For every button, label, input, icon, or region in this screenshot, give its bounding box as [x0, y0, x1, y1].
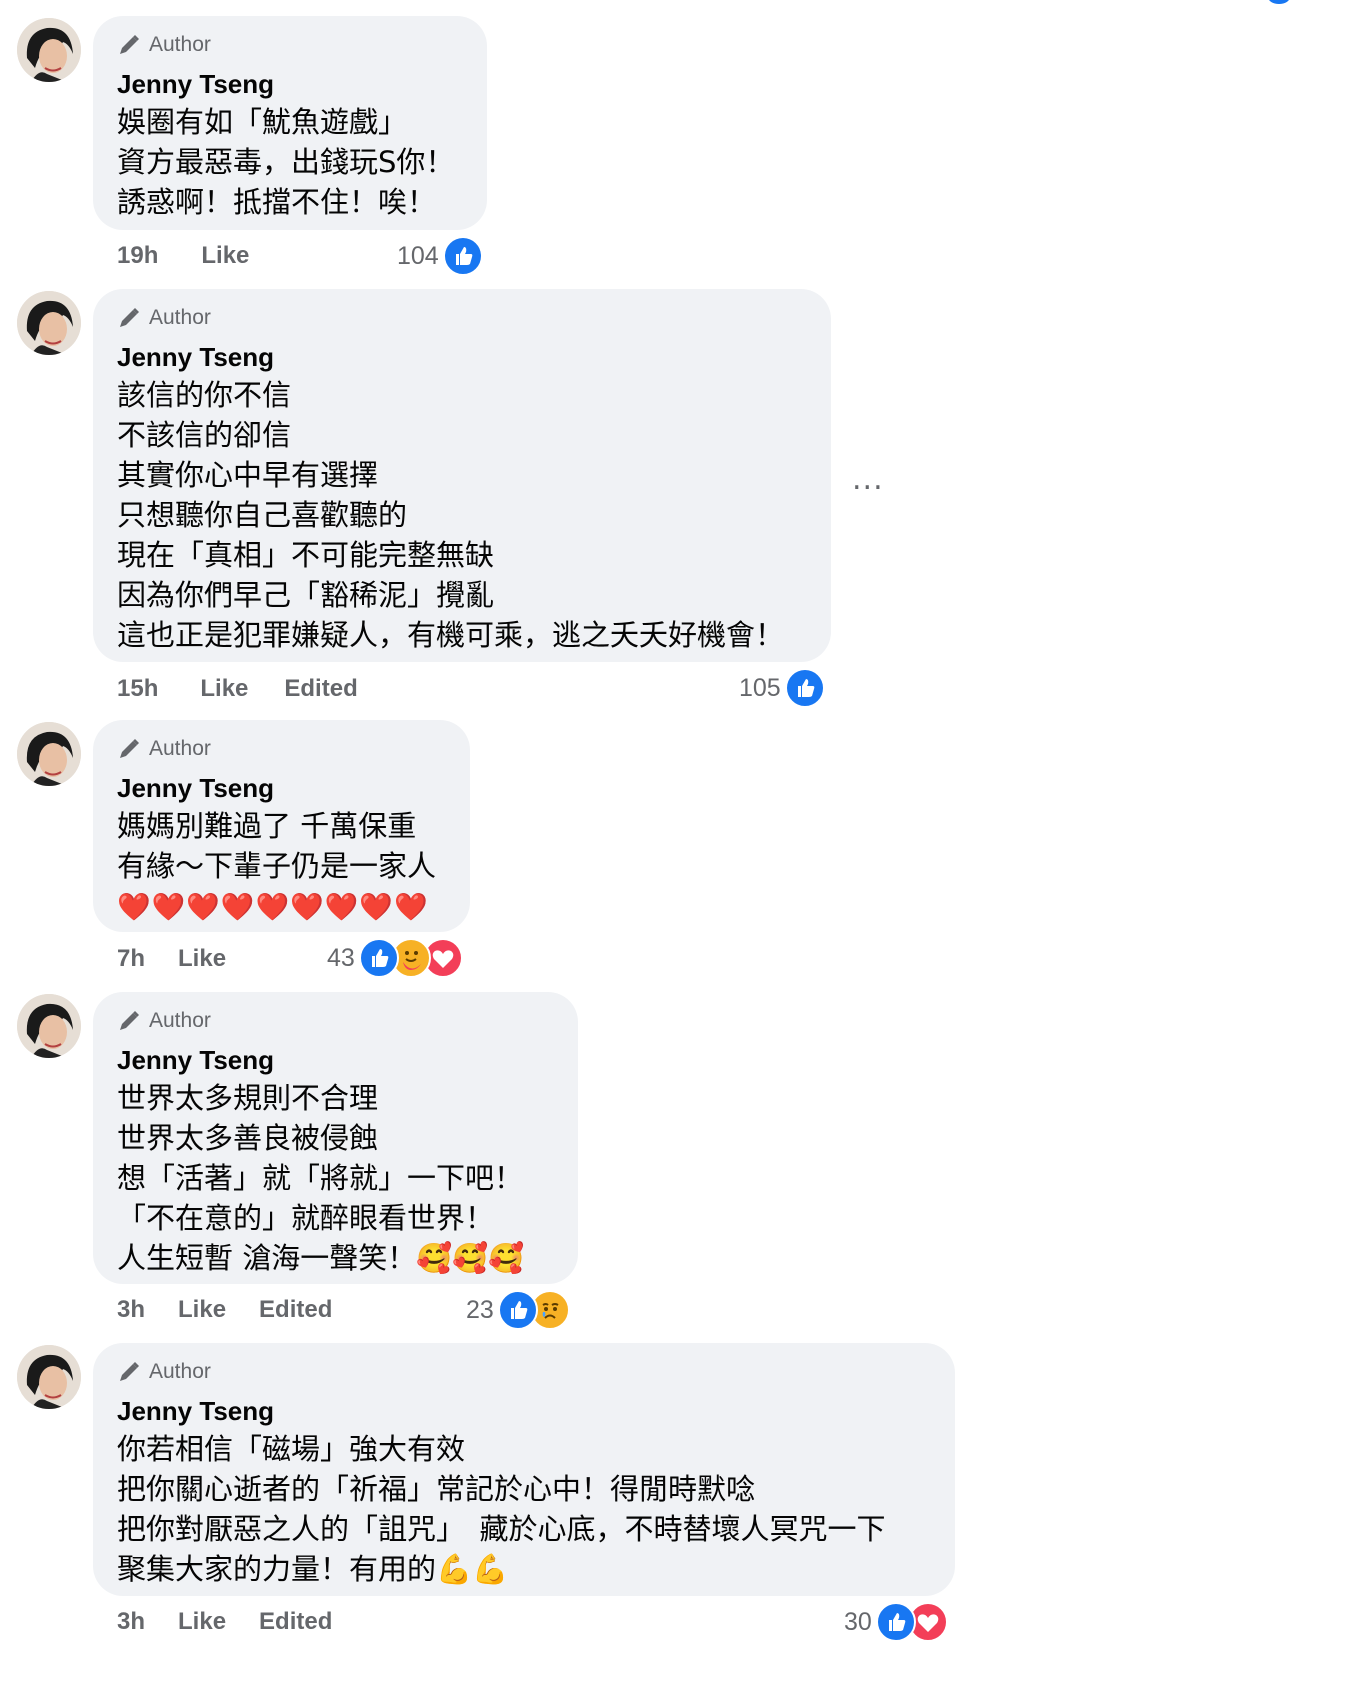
- author-name[interactable]: Jenny Tseng: [117, 1042, 554, 1078]
- pen-icon: [117, 1360, 141, 1384]
- comment-text-line: 誘惑啊！抵擋不住！唉！: [117, 185, 437, 219]
- comment-text-line: 不該信的卻信: [117, 418, 292, 452]
- comment-text-line: 這也正是犯罪嫌疑人，有機可乘，逃之夭夭好機會！: [117, 618, 785, 652]
- avatar[interactable]: [17, 994, 81, 1058]
- more-options-button[interactable]: ...: [852, 462, 884, 497]
- author-name[interactable]: Jenny Tseng: [117, 770, 446, 806]
- comment-text-line: 「不在意的」就醉眼看世界！: [117, 1201, 495, 1235]
- comment-bubble: Author Jenny Tseng 你若相信「磁場」強大有效 把你關心逝者的「…: [93, 1343, 955, 1596]
- reaction-count: 23: [466, 1295, 494, 1324]
- author-badge: Author: [117, 1006, 554, 1036]
- avatar[interactable]: [17, 18, 81, 82]
- like-button[interactable]: Like: [200, 675, 248, 703]
- timestamp[interactable]: 15h: [117, 675, 158, 703]
- comment-bubble: Author Jenny Tseng 娛圈有如「魷魚遊戲」 資方最惡毒，出錢玩S…: [93, 16, 487, 230]
- comment-text-line: 因為你們早己「豁稀泥」攪亂: [117, 578, 495, 612]
- reaction-summary[interactable]: 30: [844, 1602, 948, 1642]
- edited-label[interactable]: Edited: [284, 675, 357, 703]
- reaction-count: 104: [397, 241, 439, 270]
- author-name[interactable]: Jenny Tseng: [117, 1393, 931, 1429]
- comment-meta: 19h Like: [117, 238, 249, 274]
- edited-label[interactable]: Edited: [259, 1608, 332, 1636]
- pen-icon: [117, 306, 141, 330]
- like-button[interactable]: Like: [178, 1296, 226, 1324]
- author-badge-label: Author: [149, 1009, 211, 1032]
- comment-meta: 3h Like Edited: [117, 1604, 332, 1640]
- timestamp[interactable]: 19h: [117, 242, 158, 270]
- author-badge-label: Author: [149, 737, 211, 760]
- pen-icon: [117, 1009, 141, 1033]
- author-name[interactable]: Jenny Tseng: [117, 339, 807, 375]
- reaction-count: 105: [739, 673, 781, 702]
- comment-text-line: 想「活著」就「將就」一下吧！: [117, 1161, 524, 1195]
- comment-text-line: 世界太多善良被侵蝕: [117, 1121, 379, 1155]
- reaction-summary[interactable]: 43: [327, 938, 463, 978]
- edited-label[interactable]: Edited: [259, 1296, 332, 1324]
- comment-text-line: 媽媽別難過了 千萬保重: [117, 809, 417, 843]
- comment-text-line: 現在「真相」不可能完整無缺: [117, 538, 495, 572]
- comment-text-line: 把你關心逝者的「祈福」常記於心中！得閒時默唸: [117, 1472, 756, 1506]
- author-badge-label: Author: [149, 1360, 211, 1383]
- avatar[interactable]: [17, 722, 81, 786]
- reaction-summary[interactable]: 105: [739, 668, 825, 708]
- comment-text-line: 有緣～下輩子仍是一家人: [117, 849, 437, 883]
- comment-bubble: Author Jenny Tseng 世界太多規則不合理 世界太多善良被侵蝕 想…: [93, 992, 578, 1284]
- heart-emoji-line: ❤️❤️❤️❤️❤️❤️❤️❤️❤️: [117, 892, 429, 923]
- timestamp[interactable]: 7h: [117, 945, 145, 973]
- author-badge: Author: [117, 30, 463, 60]
- like-button[interactable]: Like: [178, 1608, 226, 1636]
- like-icon: [497, 1290, 538, 1330]
- comment-text-line: 人生短暫 滄海一聲笑！🥰🥰🥰: [117, 1241, 525, 1275]
- comment-meta: 15h Like Edited: [117, 671, 358, 707]
- comment-text-line: 你若相信「磁場」強大有效: [117, 1432, 466, 1466]
- like-button[interactable]: Like: [201, 242, 249, 270]
- author-badge-label: Author: [149, 306, 211, 329]
- comment-bubble: Author Jenny Tseng 該信的你不信 不該信的卻信 其實你心中早有…: [93, 289, 831, 662]
- like-icon: [442, 236, 483, 276]
- comment-meta: 3h Like Edited: [117, 1292, 332, 1328]
- like-icon: [784, 668, 825, 708]
- comment-text-line: 資方最惡毒，出錢玩S你！: [117, 145, 455, 179]
- timestamp[interactable]: 3h: [117, 1608, 145, 1636]
- timestamp[interactable]: 3h: [117, 1296, 145, 1324]
- comment-text-line: 其實你心中早有選擇: [117, 458, 379, 492]
- like-button[interactable]: Like: [178, 945, 226, 973]
- author-name[interactable]: Jenny Tseng: [117, 66, 463, 102]
- like-icon: [875, 1602, 916, 1642]
- author-badge-label: Author: [149, 33, 211, 56]
- author-badge: Author: [117, 303, 807, 333]
- author-badge: Author: [117, 734, 446, 764]
- comment-text-line: 世界太多規則不合理: [117, 1081, 379, 1115]
- reaction-count: 30: [844, 1607, 872, 1636]
- comment-text-line: 聚集大家的力量！有用的💪💪: [117, 1552, 509, 1586]
- like-icon: [358, 938, 399, 978]
- comment-meta: 7h Like: [117, 941, 226, 977]
- comment-text-line: 該信的你不信: [117, 378, 292, 412]
- reaction-summary[interactable]: 23: [466, 1290, 570, 1330]
- avatar[interactable]: [17, 1345, 81, 1409]
- comment-text-line: 只想聽你自己喜歡聽的: [117, 498, 408, 532]
- partial-reaction-icon: [1268, 0, 1290, 4]
- reaction-count: 43: [327, 943, 355, 972]
- comment-text-line: 把你對厭惡之人的「詛咒」 藏於心底，不時替壞人冥咒一下: [117, 1512, 886, 1546]
- avatar[interactable]: [17, 291, 81, 355]
- comment-text-line: 娛圈有如「魷魚遊戲」: [117, 105, 408, 139]
- author-badge: Author: [117, 1357, 931, 1387]
- comment-bubble: Author Jenny Tseng 媽媽別難過了 千萬保重 有緣～下輩子仍是一…: [93, 720, 470, 932]
- pen-icon: [117, 737, 141, 761]
- reaction-summary[interactable]: 104: [397, 236, 483, 276]
- pen-icon: [117, 33, 141, 57]
